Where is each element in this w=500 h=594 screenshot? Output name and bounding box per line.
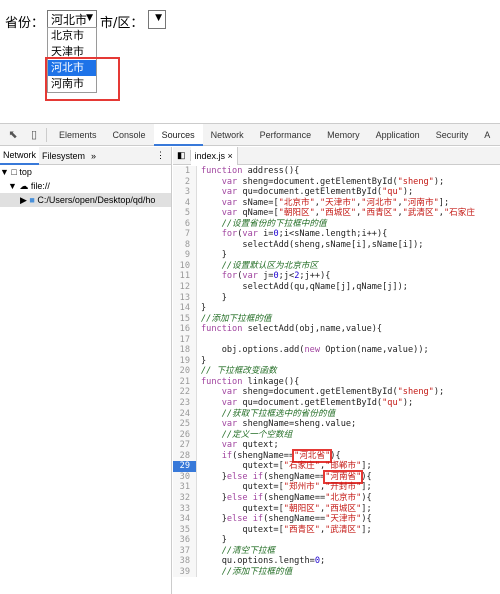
dropdown-arrow-icon: ▼	[155, 13, 162, 23]
dropdown-arrow-icon: ▼	[86, 13, 93, 23]
demo-page: 省份： 河北市 ▼ 市/区： ▼ 北京市 天津市 河北市 河南市	[0, 0, 500, 118]
option-beijing[interactable]: 北京市	[48, 28, 96, 44]
province-label: 省份：	[5, 16, 45, 31]
devtools-toolbar: ⬉ ▯ Elements Console Sources Network Per…	[0, 123, 500, 146]
more-tabs-icon[interactable]: »	[88, 151, 99, 161]
editor-pane: ◧ index.js × 1 function address(){ 2 var …	[173, 146, 500, 594]
tab-sources[interactable]: Sources	[153, 123, 203, 146]
tree-item-top[interactable]: ▼ □ top	[0, 165, 171, 179]
tree-item-file[interactable]: ▼ ☁ file://	[0, 179, 171, 193]
tab-network[interactable]: Network	[203, 124, 252, 146]
province-selected-value: 河北市	[51, 13, 88, 27]
tab-filesystem[interactable]: Filesystem	[39, 151, 88, 161]
annotation-box	[45, 57, 120, 101]
tab-memory[interactable]: Memory	[319, 124, 368, 146]
menu-icon[interactable]: ⋮	[153, 150, 171, 161]
tab-application[interactable]: Application	[368, 124, 428, 146]
tab-security[interactable]: Security	[428, 124, 477, 146]
device-icon[interactable]: ▯	[26, 128, 42, 142]
code-editor[interactable]: 1 function address(){ 2 var sheng=documen…	[173, 166, 500, 594]
editor-tabs: ◧ index.js ×	[173, 146, 500, 165]
tree-item-folder[interactable]: ▶ ■ C:/Users/open/Desktop/qd/ho	[0, 193, 171, 207]
file-tree: ▼ □ top ▼ ☁ file:// ▶ ■ C:/Users/open/De…	[0, 165, 171, 207]
tab-console[interactable]: Console	[105, 124, 154, 146]
tab-network-nav[interactable]: Network	[0, 146, 40, 165]
devtools-panel: ⬉ ▯ Elements Console Sources Network Per…	[0, 123, 500, 594]
navigator-tabs: Network Filesystem » ⋮	[0, 146, 171, 165]
tab-more[interactable]: A	[476, 124, 498, 146]
city-select[interactable]: ▼	[148, 10, 166, 29]
tab-elements[interactable]: Elements	[51, 124, 105, 146]
toggle-navigator-icon[interactable]: ◧	[173, 150, 191, 161]
navigator-pane: Network Filesystem » ⋮ ▼ □ top ▼ ☁ file:…	[0, 146, 172, 594]
city-label: 市/区：	[100, 16, 144, 31]
tab-performance[interactable]: Performance	[252, 124, 320, 146]
file-tab-index-js[interactable]: index.js ×	[190, 146, 238, 165]
inspect-icon[interactable]: ⬉	[5, 128, 21, 142]
